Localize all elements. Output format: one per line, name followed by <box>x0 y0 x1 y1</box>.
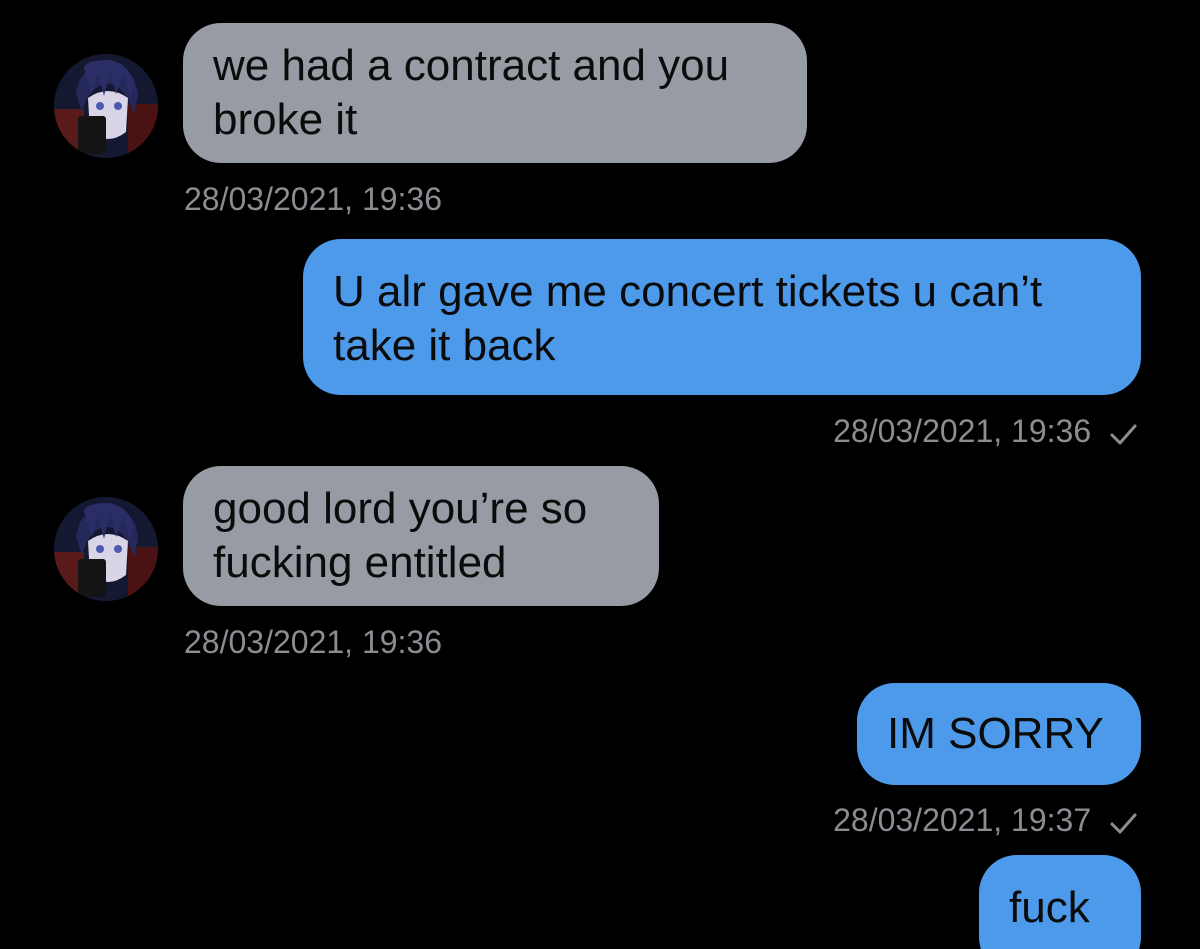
message-text: we had a contract and you broke it <box>213 41 730 144</box>
message-timestamp: 28/03/2021, 19:36 <box>184 181 443 217</box>
message-timestamp: 28/03/2021, 19:36 <box>833 413 1092 449</box>
message-text: IM SORRY <box>887 709 1104 758</box>
outgoing-message-bubble[interactable]: U alr gave me concert tickets u can’t ta… <box>303 239 1141 395</box>
incoming-message-bubble[interactable]: we had a contract and you broke it <box>183 23 807 163</box>
message-timestamp: 28/03/2021, 19:36 <box>184 624 443 660</box>
message-text: U alr gave me concert tickets u can’t ta… <box>333 267 1043 370</box>
incoming-message-bubble[interactable]: good lord you’re so fucking entitled <box>183 466 659 606</box>
outgoing-message-bubble[interactable]: IM SORRY <box>857 683 1141 785</box>
message-text: fuck <box>1009 883 1090 932</box>
message-timestamp: 28/03/2021, 19:37 <box>833 802 1092 838</box>
outgoing-message-bubble[interactable]: fuck <box>979 855 1141 949</box>
checkmark-icon <box>1110 813 1137 834</box>
checkmark-icon <box>1110 424 1137 445</box>
avatar-icon <box>54 54 158 158</box>
contact-avatar[interactable] <box>54 497 158 601</box>
message-text: good lord you’re so fucking entitled <box>213 484 588 587</box>
message-timestamp-row: 28/03/2021, 19:37 <box>833 802 1138 838</box>
message-thread[interactable]: we had a contract and you broke it 28/03… <box>0 0 1200 949</box>
message-timestamp-row: 28/03/2021, 19:36 <box>833 413 1138 449</box>
avatar-icon <box>54 497 158 601</box>
contact-avatar[interactable] <box>54 54 158 158</box>
